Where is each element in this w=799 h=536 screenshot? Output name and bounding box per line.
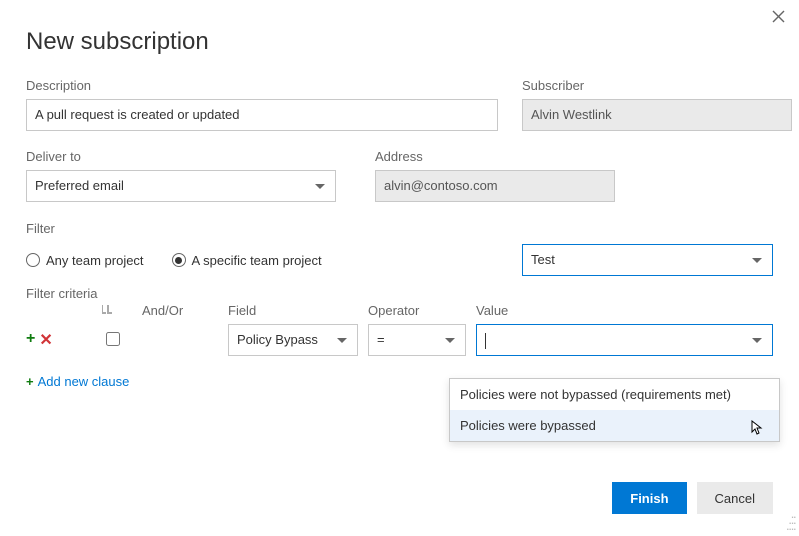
radio-any-label: Any team project xyxy=(46,253,144,268)
remove-row-icon[interactable]: ✕ xyxy=(39,330,52,350)
close-icon[interactable] xyxy=(772,10,785,27)
radio-specific-project[interactable]: A specific team project xyxy=(172,253,322,268)
value-dropdown: Policies were not bypassed (requirements… xyxy=(449,378,780,442)
header-operator: Operator xyxy=(368,303,476,318)
description-label: Description xyxy=(26,78,498,93)
row-checkbox[interactable] xyxy=(106,332,120,346)
radio-specific-label: A specific team project xyxy=(192,253,322,268)
filter-label: Filter xyxy=(26,221,55,236)
header-field: Field xyxy=(228,303,368,318)
dialog-title: New subscription xyxy=(26,28,773,56)
address-label: Address xyxy=(375,149,615,164)
add-clause-label: Add new clause xyxy=(38,374,130,389)
description-input[interactable]: A pull request is created or updated xyxy=(26,99,498,131)
plus-icon: + xyxy=(26,374,34,389)
add-row-icon[interactable]: + xyxy=(26,330,35,350)
operator-select[interactable]: = xyxy=(368,324,466,356)
value-select[interactable] xyxy=(476,324,773,356)
field-select[interactable]: Policy Bypass xyxy=(228,324,358,356)
new-subscription-dialog: New subscription Description A pull requ… xyxy=(0,0,799,409)
radio-dot-icon xyxy=(26,253,40,267)
header-andor: And/Or xyxy=(142,303,228,318)
dialog-footer: Finish Cancel xyxy=(612,482,773,514)
subscriber-label: Subscriber xyxy=(522,78,792,93)
dropdown-option[interactable]: Policies were not bypassed (requirements… xyxy=(450,379,779,410)
criteria-row: + ✕ Policy Bypass = xyxy=(26,324,773,356)
project-select[interactable]: Test xyxy=(522,244,773,276)
indent-icon xyxy=(102,303,142,318)
address-field: alvin@contoso.com xyxy=(375,170,615,202)
radio-dot-icon xyxy=(172,253,186,267)
cancel-button[interactable]: Cancel xyxy=(697,482,773,514)
finish-button[interactable]: Finish xyxy=(612,482,686,514)
subscriber-field: Alvin Westlink xyxy=(522,99,792,131)
radio-any-project[interactable]: Any team project xyxy=(26,253,144,268)
header-value: Value xyxy=(476,303,773,318)
resize-grip-icon[interactable]: ········· xyxy=(786,514,795,532)
deliver-label: Deliver to xyxy=(26,149,336,164)
criteria-label: Filter criteria xyxy=(26,286,773,301)
text-caret xyxy=(485,333,486,349)
deliver-select[interactable]: Preferred email xyxy=(26,170,336,202)
dropdown-option[interactable]: Policies were bypassed xyxy=(450,410,779,441)
